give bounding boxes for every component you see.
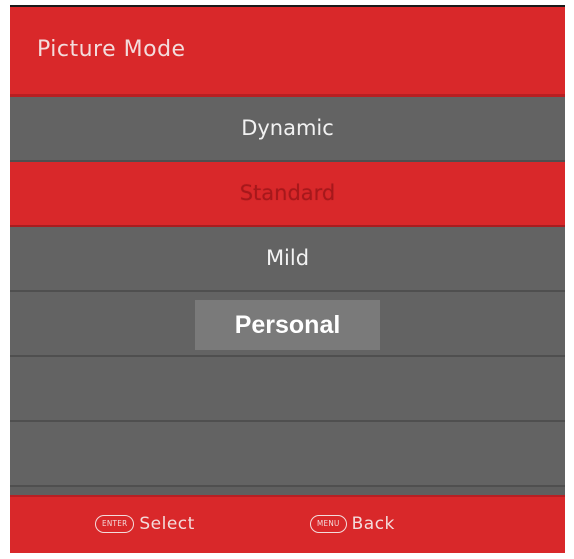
menu-item-empty [10,422,565,487]
menu-item-personal[interactable]: Personal [10,292,565,357]
menu-item-label: Mild [265,246,310,270]
menu-item-label: Personal [195,300,380,350]
select-hint-label: Select [139,514,195,534]
menu-item-dynamic[interactable]: Dynamic [10,97,565,162]
select-hint: ENTER Select [95,514,195,534]
menu-item-mild[interactable]: Mild [10,227,565,292]
menu-title: Picture Mode [37,37,186,62]
back-hint-label: Back [351,514,395,534]
picture-mode-list: Dynamic Standard Mild Personal [10,97,565,487]
menu-footer: ENTER Select MENU Back [10,495,565,553]
menu-item-label: Standard [239,181,336,205]
menu-item-standard[interactable]: Standard [10,162,565,227]
back-hint: MENU Back [310,514,395,534]
menu-item-empty [10,357,565,422]
menu-key-icon: MENU [310,515,347,533]
enter-key-icon: ENTER [95,515,135,533]
menu-header: Picture Mode [10,7,565,97]
menu-item-label: Dynamic [241,116,334,140]
picture-mode-menu: Picture Mode Dynamic Standard Mild Perso… [10,5,565,553]
